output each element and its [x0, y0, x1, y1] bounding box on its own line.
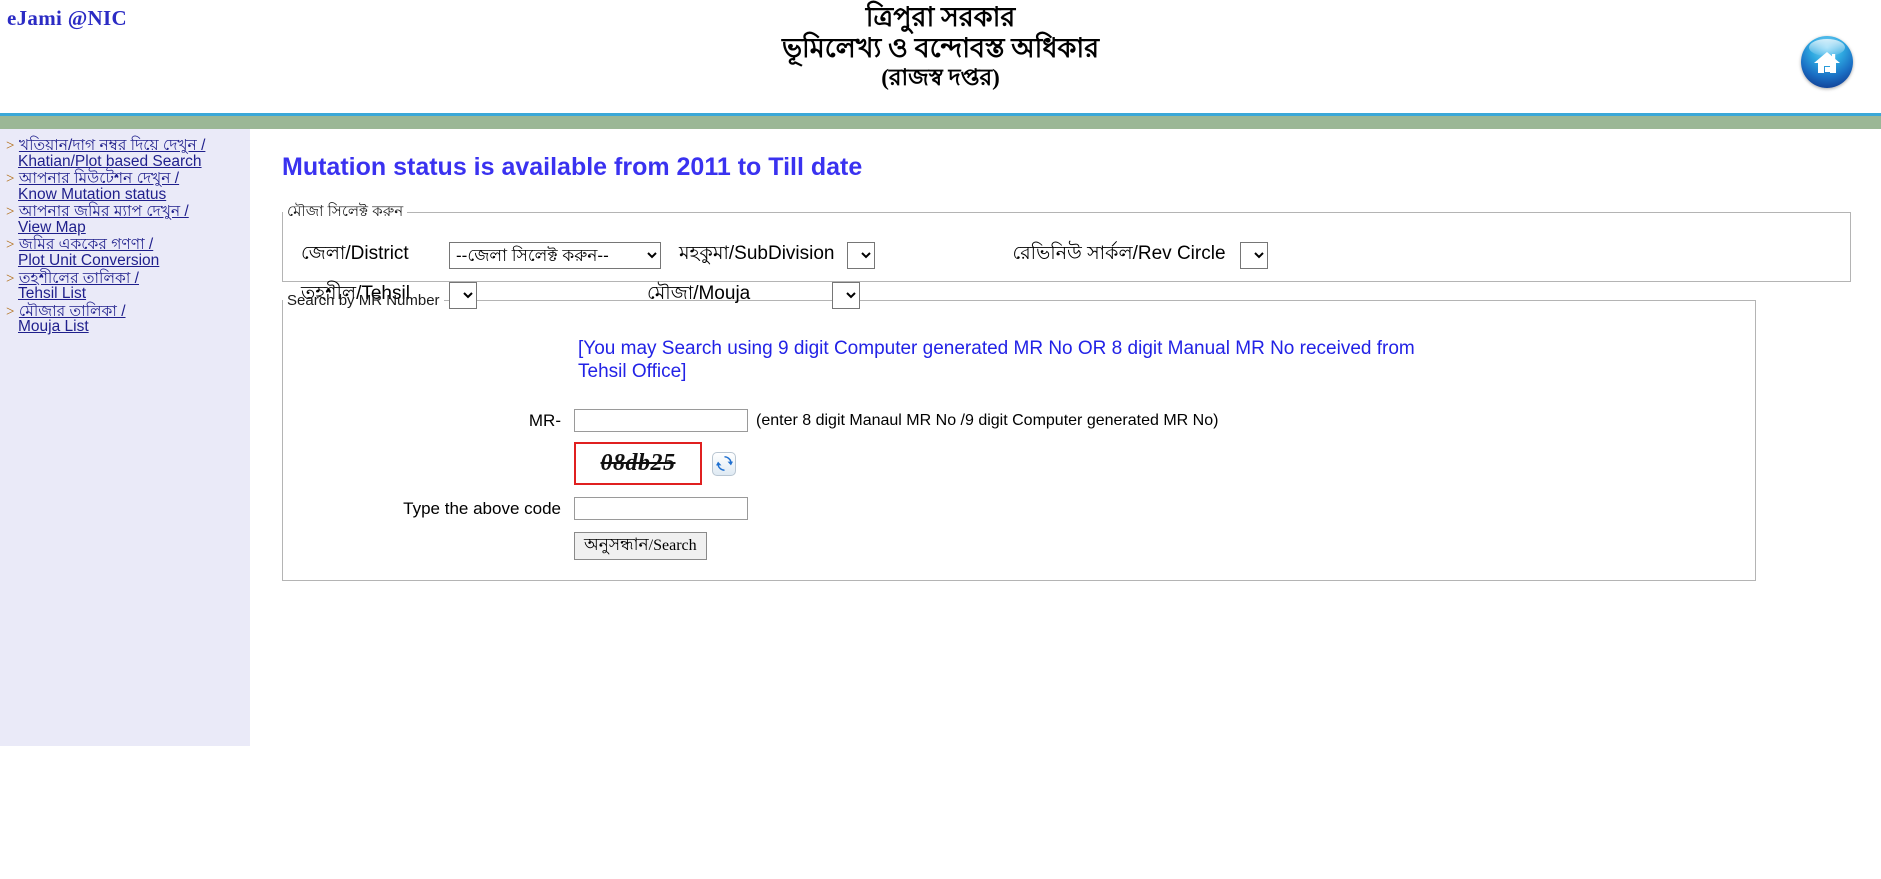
sidebar-item-label-en: Know Mutation status: [18, 185, 167, 203]
mouja-select-fieldset: মৌজা সিলেক্ট করুন জেলা/District --জেলা স…: [282, 200, 1851, 309]
sidebar-item-know-mutation-status[interactable]: > আপনার মিউটেশন দেখুন / Know Mutation st…: [0, 170, 250, 203]
mouja-label: মৌজা/Mouja: [647, 283, 751, 304]
main-content: Mutation status is available from 2011 t…: [250, 129, 1881, 879]
refresh-icon[interactable]: [712, 451, 736, 476]
revcircle-select[interactable]: [1239, 241, 1268, 269]
sidebar-item-plot-unit-conversion[interactable]: > জমির এককের গণণা / Plot Unit Conversion: [0, 236, 250, 269]
sidebar-nav: > খতিয়ান/দাগ নম্বর দিয়ে দেখুন / Khatian/…: [0, 129, 250, 336]
subdivision-label: মহকুমা/SubDivision: [679, 243, 835, 264]
page-body: > খতিয়ান/দাগ নম্বর দিয়ে দেখুন / Khatian/…: [0, 129, 1881, 879]
search-button-label-en: /Search: [648, 537, 697, 555]
site-title: ত্রিপুরা সরকার ভূমিলেখ্য ও বন্দোবস্ত অধি…: [0, 2, 1881, 91]
search-button[interactable]: অনুসন্ধান/Search: [574, 532, 707, 561]
captcha-row: 08db25: [283, 442, 1755, 486]
bullet-arrow-icon: >: [6, 303, 15, 320]
subdivision-select[interactable]: [846, 241, 875, 269]
sidebar: > খতিয়ান/দাগ নম্বর দিয়ে দেখুন / Khatian/…: [0, 129, 250, 746]
sidebar-item-label-bn: আপনার মিউটেশন দেখুন /: [18, 170, 180, 188]
mr-fieldset-legend: Search by MR Number: [287, 292, 440, 309]
code-label: Type the above code: [403, 498, 561, 518]
sidebar-item-mouja-list[interactable]: > মৌজার তালিকা / Mouja List: [0, 303, 250, 336]
header-divider-green: [0, 116, 1881, 129]
submit-row: অনুসন্ধান/Search: [283, 532, 1755, 561]
mr-number-hint: (enter 8 digit Manaul MR No /9 digit Com…: [756, 411, 1219, 429]
search-button-label-bn: অনুসন্ধান: [584, 535, 649, 555]
sidebar-item-label-bn: মৌজার তালিকা /: [18, 302, 126, 320]
captcha-text: 08db25: [600, 450, 676, 477]
sidebar-item-tehsil-list[interactable]: > তহশীলের তালিকা / Tehsil List: [0, 270, 250, 303]
sidebar-item-label-bn: তহশীলের তালিকা /: [18, 269, 139, 287]
title-line-1: ত্রিপুরা সরকার: [865, 2, 1016, 32]
code-row: Type the above code: [283, 497, 1755, 521]
sidebar-item-label-bn: খতিয়ান/দাগ নম্বর দিয়ে দেখুন /: [18, 137, 206, 154]
mr-number-input[interactable]: [574, 409, 748, 433]
bullet-arrow-icon: >: [6, 237, 15, 254]
bullet-arrow-icon: >: [6, 204, 15, 221]
sidebar-item-label-en: Tehsil List: [18, 285, 87, 303]
brand-logo: eJami @NIC: [7, 6, 127, 30]
sidebar-item-khatian-plot-search[interactable]: > খতিয়ান/দাগ নম্বর দিয়ে দেখুন / Khatian/…: [0, 137, 250, 170]
captcha-image: 08db25: [574, 442, 702, 486]
mr-number-label: MR-: [528, 410, 561, 430]
sidebar-item-label-en: Plot Unit Conversion: [18, 252, 160, 270]
page-header: eJami @NIC ত্রিপুরা সরকার ভূমিলেখ্য ও বন…: [0, 0, 1881, 113]
bullet-arrow-icon: >: [6, 270, 15, 287]
sidebar-item-view-map[interactable]: > আপনার জমির ম্যাপ দেখুন / View Map: [0, 203, 250, 236]
title-line-3: (রাজস্ব দপ্তর): [881, 64, 1000, 90]
revcircle-label: রেভিনিউ সার্কল/Rev Circle: [1012, 243, 1226, 264]
district-label: জেলা/District: [301, 243, 409, 264]
code-input[interactable]: [574, 497, 748, 521]
title-line-2: ভূমিলেখ্য ও বন্দোবস্ত অধিকার: [781, 33, 1100, 64]
mouja-row-1: জেলা/District --জেলা সিলেক্ট করুন-- মহকু…: [283, 235, 1850, 275]
bullet-arrow-icon: >: [6, 138, 15, 154]
district-select[interactable]: --জেলা সিলেক্ট করুন--: [449, 241, 661, 269]
sidebar-item-label-bn: জমির এককের গণণা /: [18, 236, 154, 254]
mr-number-row: MR- (enter 8 digit Manaul MR No /9 digit…: [283, 409, 1755, 433]
page-title: Mutation status is available from 2011 t…: [282, 153, 863, 181]
mouja-select[interactable]: [832, 281, 861, 309]
tehsil-select[interactable]: [449, 281, 477, 309]
mouja-fieldset-legend: মৌজা সিলেক্ট করুন: [287, 203, 404, 220]
sidebar-item-label-en: View Map: [18, 218, 86, 236]
bullet-arrow-icon: >: [6, 171, 15, 188]
home-icon[interactable]: [1801, 36, 1853, 88]
mr-search-instruction: [You may Search using 9 digit Computer g…: [578, 338, 1415, 383]
sidebar-item-label-en: Mouja List: [18, 318, 89, 336]
mr-search-fieldset: Search by MR Number [You may Search usin…: [282, 292, 1756, 581]
sidebar-item-label-en: Khatian/Plot based Search: [18, 152, 202, 170]
sidebar-item-label-bn: আপনার জমির ম্যাপ দেখুন /: [18, 203, 189, 221]
